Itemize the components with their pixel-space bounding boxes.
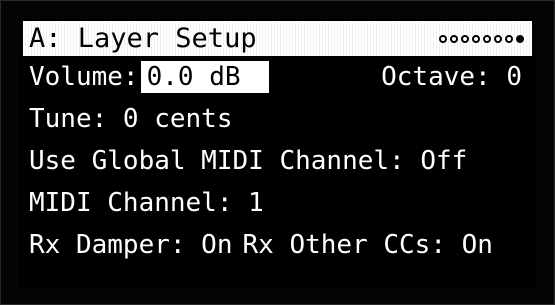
- page-dot: [439, 34, 447, 43]
- rx-other-ccs-parameter[interactable]: Rx Other CCs: On: [243, 230, 493, 260]
- title-bar: A: Layer Setup: [23, 21, 532, 56]
- page-indicator: [439, 34, 526, 43]
- page-title: A: Layer Setup: [29, 23, 257, 54]
- tune-parameter[interactable]: Tune: 0 cents: [29, 103, 233, 135]
- page-dot: [483, 34, 491, 43]
- page-dot: [494, 34, 502, 43]
- volume-label: Volume:: [29, 62, 139, 92]
- rx-damper-parameter[interactable]: Rx Damper: On: [29, 230, 233, 260]
- page-dot: [516, 34, 524, 43]
- page-dot: [505, 34, 513, 43]
- midi-channel-parameter[interactable]: MIDI Channel: 1: [29, 187, 264, 219]
- rx-row: Rx Damper: On Rx Other CCs: On: [29, 229, 493, 261]
- page-dot: [472, 34, 480, 43]
- volume-field[interactable]: 0.0 dB: [140, 61, 269, 93]
- use-global-midi-parameter[interactable]: Use Global MIDI Channel: Off: [29, 145, 467, 177]
- page-dot: [461, 34, 469, 43]
- lcd-screen: A: Layer Setup Volume: 0.0 dB Octave: 0 T…: [19, 19, 536, 289]
- page-dot: [450, 34, 458, 43]
- display-bezel: A: Layer Setup Volume: 0.0 dB Octave: 0 T…: [0, 0, 555, 305]
- octave-parameter[interactable]: Octave: 0: [381, 61, 522, 93]
- volume-row: Volume: 0.0 dB Octave: 0: [29, 61, 526, 93]
